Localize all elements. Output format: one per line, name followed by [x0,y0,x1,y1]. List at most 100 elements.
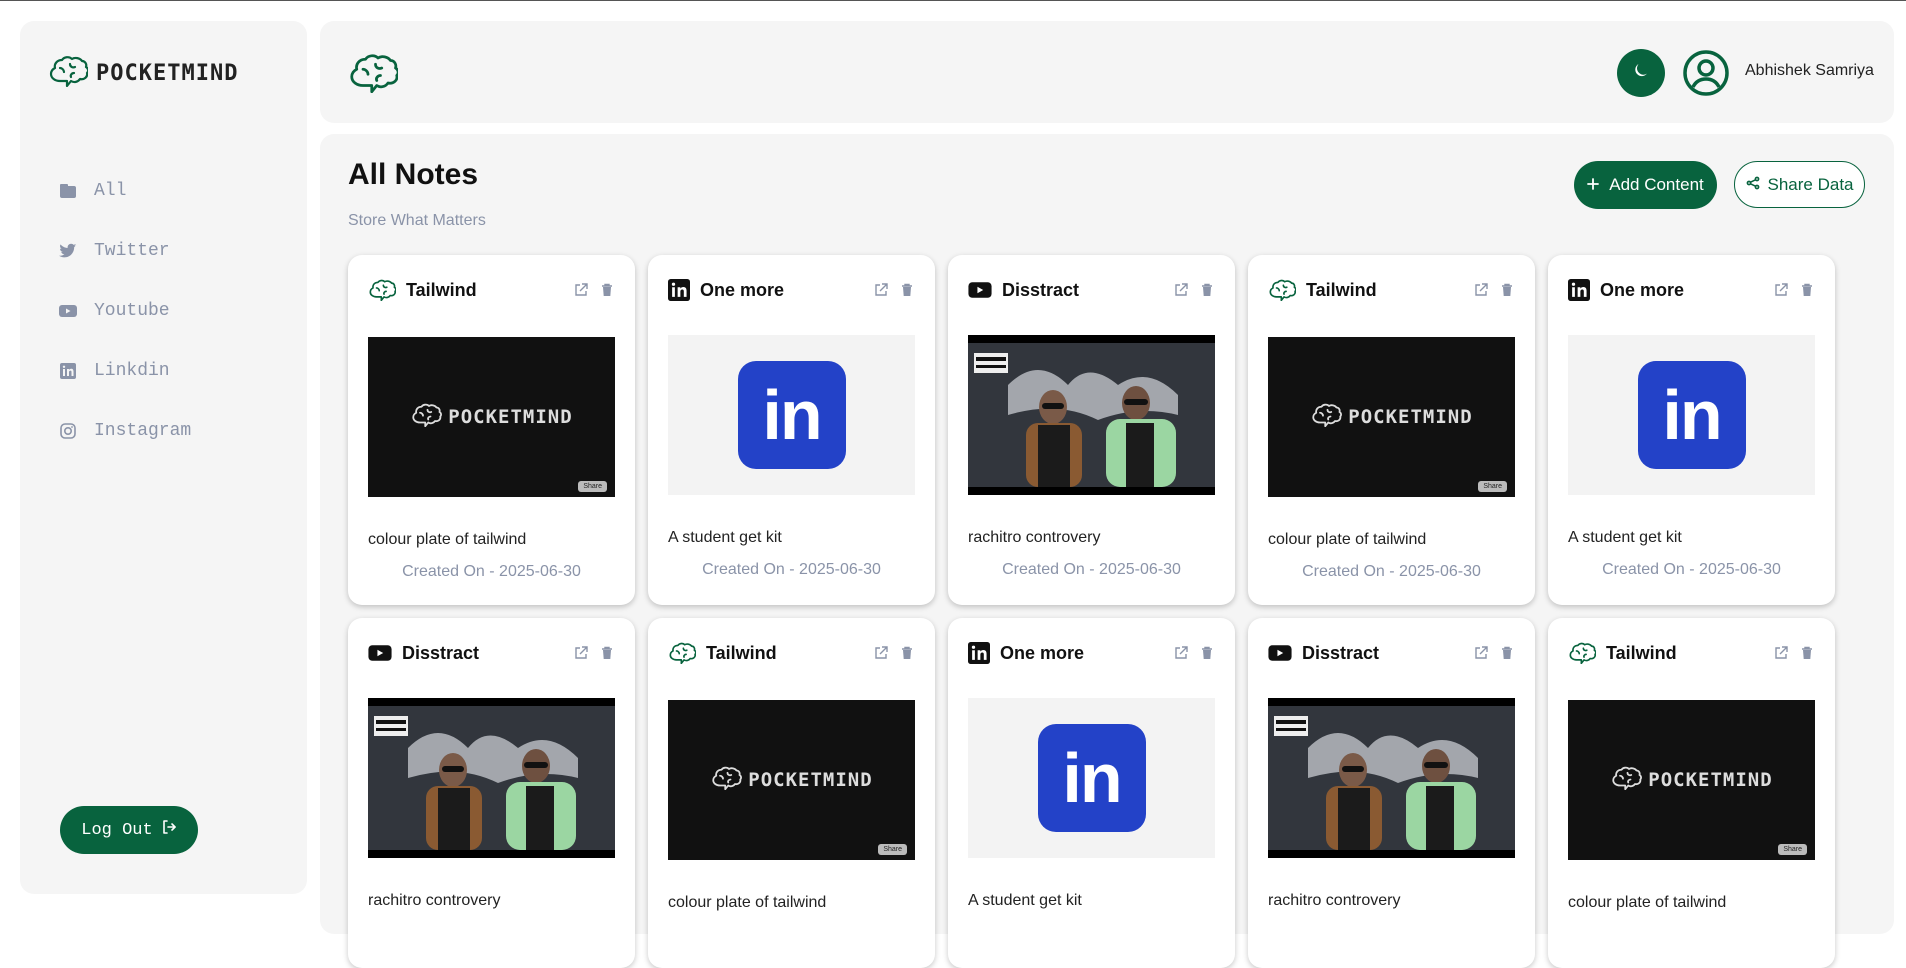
linkedin-icon [58,361,78,381]
linkedin-logo: in [1637,361,1746,469]
brain-icon [48,55,90,92]
app-name: POCKETMIND [96,61,239,86]
card-header: Disstract [1268,638,1515,668]
note-thumbnail[interactable]: POCKETMIND Share [1568,700,1815,860]
thumbnail-brand-text: POCKETMIND [1648,769,1773,791]
note-card[interactable]: One more in A student get kit Created On… [648,255,935,605]
add-content-button[interactable]: Add Content [1574,161,1717,209]
open-link-icon[interactable] [873,282,889,298]
note-thumbnail[interactable]: POCKETMIND Share [1268,337,1515,497]
thumbnail-share-label: Share [578,481,607,492]
thumbnail-brand-text: POCKETMIND [1348,406,1473,428]
thumbnail-share-label: Share [1478,481,1507,492]
open-link-icon[interactable] [1773,282,1789,298]
note-card[interactable]: One more in A student get kit Created On… [1548,255,1835,605]
card-title: One more [1000,642,1085,663]
open-link-icon[interactable] [1773,645,1789,661]
note-card[interactable]: Tailwind POCKETMIND Share colour plate o… [348,255,635,605]
open-link-icon[interactable] [1473,282,1489,298]
card-header: One more [1568,275,1815,305]
video-thumbnail-image [968,343,1215,487]
note-card[interactable]: Tailwind POCKETMIND Share colour plate o… [1248,255,1535,605]
delete-icon[interactable] [599,645,615,661]
open-link-icon[interactable] [573,645,589,661]
linkedin-icon [968,642,990,664]
note-thumbnail[interactable]: POCKETMIND Share [668,700,915,860]
card-description: rachitro controvery [1268,892,1401,909]
theme-toggle-button[interactable] [1617,49,1665,97]
moon-icon [1632,62,1650,85]
brain-icon [348,53,400,98]
delete-icon[interactable] [1199,645,1215,661]
card-description: A student get kit [968,892,1082,909]
card-header: Tailwind [668,638,915,668]
note-thumbnail[interactable]: in [668,335,915,495]
card-header: Tailwind [368,275,615,305]
sidebar-item-label: Linkdin [94,361,170,381]
sidebar-item-label: Instagram [94,421,192,441]
twitter-icon [58,241,78,261]
open-link-icon[interactable] [873,645,889,661]
open-link-icon[interactable] [1173,645,1189,661]
note-thumbnail[interactable] [368,698,615,858]
open-link-icon[interactable] [1173,282,1189,298]
folder-icon [58,181,78,201]
card-title: Disstract [402,642,480,663]
brain-icon [410,403,443,432]
logout-label: Log Out [81,820,153,840]
delete-icon[interactable] [899,282,915,298]
note-card[interactable]: Disstract [948,255,1235,605]
logout-button[interactable]: Log Out [60,806,198,854]
brain-icon [1568,642,1596,664]
user-avatar-icon[interactable] [1682,49,1730,97]
open-link-icon[interactable] [573,282,589,298]
sidebar-item-label: Twitter [94,241,170,261]
sidebar-item-youtube[interactable]: Youtube [58,281,191,341]
brain-icon [668,642,696,664]
sidebar-item-linkedin[interactable]: Linkdin [58,341,191,401]
thumbnail-brand-text: POCKETMIND [448,406,573,428]
delete-icon[interactable] [1499,645,1515,661]
top-border [0,0,1906,1]
thumbnail-share-label: Share [1778,844,1807,855]
page-title: All Notes [348,158,479,191]
delete-icon[interactable] [1799,282,1815,298]
app-logo[interactable]: POCKETMIND [48,55,238,92]
thumbnail-brand-text: POCKETMIND [748,769,873,791]
brain-icon [710,766,743,795]
page-subtitle: Store What Matters [348,212,486,229]
linkedin-logo: in [737,361,846,469]
card-created-date: Created On - 2025-06-30 [1302,563,1481,580]
open-link-icon[interactable] [1473,645,1489,661]
note-thumbnail[interactable] [1268,698,1515,858]
card-title: Disstract [1302,642,1380,663]
note-thumbnail[interactable] [968,335,1215,495]
note-thumbnail[interactable]: in [1568,335,1815,495]
card-title: Tailwind [406,279,477,300]
youtube-icon [58,301,78,321]
delete-icon[interactable] [1499,282,1515,298]
card-description: colour plate of tailwind [1568,894,1727,911]
sidebar-item-twitter[interactable]: Twitter [58,221,191,281]
card-description: A student get kit [668,529,782,546]
sidebar-item-all[interactable]: All [58,161,191,221]
sidebar-item-instagram[interactable]: Instagram [58,401,191,461]
youtube-icon [368,644,392,662]
share-icon [1746,175,1760,195]
sidebar-item-label: All [94,181,127,201]
card-header: Disstract [968,275,1215,305]
delete-icon[interactable] [899,645,915,661]
share-data-button[interactable]: Share Data [1734,161,1865,208]
card-title: Disstract [1002,279,1080,300]
sidebar: POCKETMIND All Twitter Youtube Linkdin I… [20,21,307,894]
note-thumbnail[interactable]: in [968,698,1215,858]
delete-icon[interactable] [1199,282,1215,298]
delete-icon[interactable] [1799,645,1815,661]
user-name: Abhishek Samriya [1745,62,1874,79]
delete-icon[interactable] [599,282,615,298]
logout-icon [161,819,177,841]
instagram-icon [58,421,78,441]
card-description: colour plate of tailwind [1268,531,1427,548]
brain-icon [368,279,396,301]
note-thumbnail[interactable]: POCKETMIND Share [368,337,615,497]
